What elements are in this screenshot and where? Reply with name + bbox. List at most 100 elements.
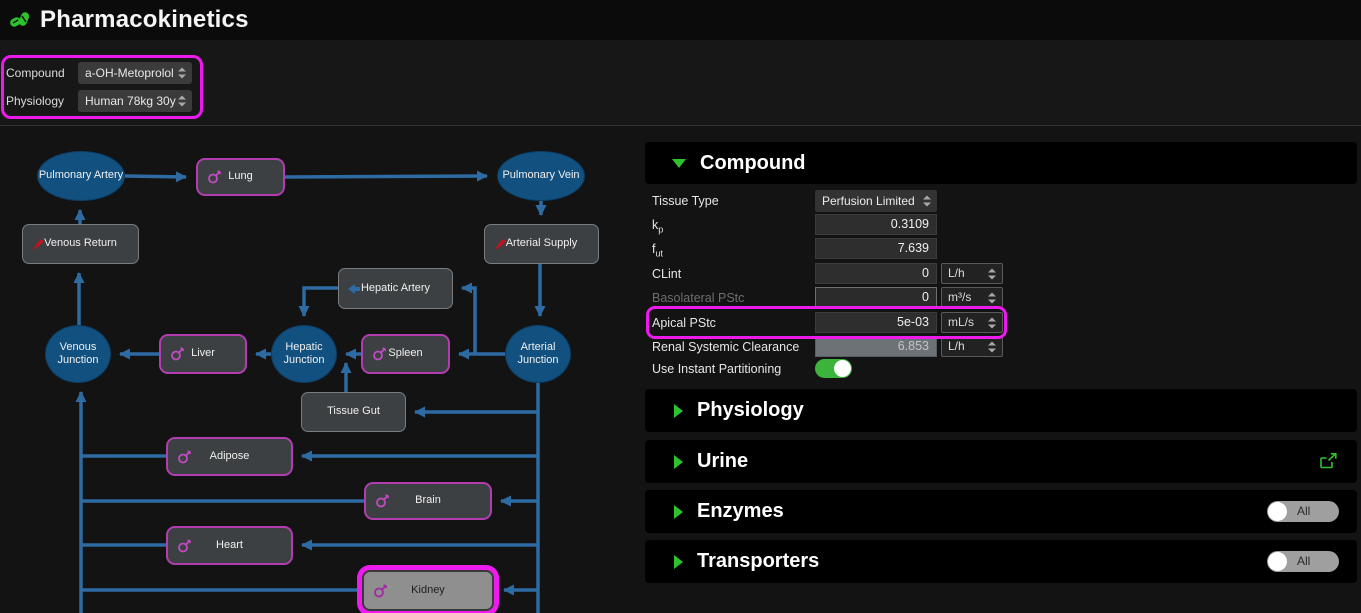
pen-icon <box>494 237 508 251</box>
node-label: Pulmonary Artery <box>39 169 123 182</box>
flask-icon <box>207 170 222 185</box>
node-brain[interactable]: Brain <box>364 482 492 520</box>
node-venous-return[interactable]: Venous Return <box>22 224 139 264</box>
field-row-clint: CLint 0 L/h <box>645 262 1357 286</box>
basolateral-pstc-unit-value: m³/s <box>948 290 971 304</box>
kp-label: kp <box>652 213 663 237</box>
spinner-icon <box>988 341 996 352</box>
node-label: Liver <box>191 347 215 360</box>
section-enzymes[interactable]: Enzymes All <box>645 490 1357 533</box>
physiology-flow-diagram: Pulmonary Artery Lung Pulmonary Vein Ven… <box>0 130 645 613</box>
node-label: Pulmonary Vein <box>502 169 579 182</box>
physiology-select-value: Human 78kg 30y <box>85 94 176 108</box>
spinner-icon <box>988 317 996 328</box>
node-kidney[interactable]: Kidney <box>362 570 494 611</box>
node-tissue-gut[interactable]: Tissue Gut <box>301 392 406 432</box>
node-pulmonary-vein[interactable]: Pulmonary Vein <box>497 151 585 201</box>
node-hepatic-junction[interactable]: Hepatic Junction <box>271 325 337 383</box>
basolateral-pstc-unit-select[interactable]: m³/s <box>941 287 1003 308</box>
toggle-knob <box>834 360 851 377</box>
node-label: Spleen <box>388 347 422 360</box>
chevron-right-icon <box>674 404 683 418</box>
basolateral-pstc-label: Basolateral PStc <box>652 286 744 310</box>
spinner-icon <box>988 268 996 279</box>
compound-select-value: a-OH-Metoprolol <box>85 66 174 80</box>
node-label: Lung <box>228 170 252 183</box>
field-row-apical-pstc: Apical PStc 5e-03 mL/s <box>645 311 1357 335</box>
node-heart[interactable]: Heart <box>166 526 293 565</box>
clint-input[interactable]: 0 <box>815 263 937 284</box>
physiology-select[interactable]: Human 78kg 30y <box>78 90 192 112</box>
clint-unit-select[interactable]: L/h <box>941 263 1003 284</box>
field-row-use-instant-partitioning: Use Instant Partitioning <box>645 357 1357 381</box>
node-hepatic-artery[interactable]: Hepatic Artery <box>338 268 453 309</box>
node-lung[interactable]: Lung <box>196 158 285 196</box>
spinner-icon <box>923 196 931 207</box>
section-physiology[interactable]: Physiology <box>645 389 1357 432</box>
renal-systemic-clearance-label: Renal Systemic Clearance <box>652 335 799 359</box>
compound-select-label: Compound <box>6 66 78 80</box>
node-label: Venous Return <box>44 237 117 250</box>
section-transporters[interactable]: Transporters All <box>645 540 1357 583</box>
tissue-type-value: Perfusion Limited <box>822 194 915 208</box>
toggle-knob <box>1268 502 1287 521</box>
node-adipose[interactable]: Adipose <box>166 437 293 476</box>
spinner-icon <box>178 96 186 107</box>
basolateral-pstc-input[interactable]: 0 <box>815 287 937 308</box>
selector-band: Compound a-OH-Metoprolol Physiology Huma… <box>0 40 1361 126</box>
node-label: Heart <box>216 539 243 552</box>
section-physiology-title: Physiology <box>697 399 804 422</box>
node-pulmonary-artery[interactable]: Pulmonary Artery <box>37 151 125 201</box>
fut-label: fut <box>652 237 663 261</box>
use-instant-partitioning-label: Use Instant Partitioning <box>652 357 781 381</box>
node-label: Hepatic Artery <box>361 282 430 295</box>
flask-icon <box>373 583 388 598</box>
node-arterial-supply[interactable]: Arterial Supply <box>484 224 599 264</box>
renal-systemic-clearance-unit-value: L/h <box>948 339 965 353</box>
transporters-all-toggle-label: All <box>1297 551 1310 572</box>
compound-select[interactable]: a-OH-Metoprolol <box>78 62 192 84</box>
apical-pstc-label: Apical PStc <box>652 311 716 335</box>
node-label: Adipose <box>210 450 250 463</box>
node-venous-junction[interactable]: Venous Junction <box>45 325 111 383</box>
fut-input[interactable]: 7.639 <box>815 238 937 259</box>
toggle-knob <box>1268 552 1287 571</box>
node-spleen[interactable]: Spleen <box>361 334 450 374</box>
enzymes-all-toggle-label: All <box>1297 501 1310 522</box>
apical-pstc-unit-select[interactable]: mL/s <box>941 312 1003 333</box>
section-compound[interactable]: Compound <box>645 142 1357 184</box>
renal-systemic-clearance-unit-select[interactable]: L/h <box>941 336 1003 357</box>
section-enzymes-title: Enzymes <box>697 500 784 523</box>
section-transporters-title: Transporters <box>697 550 819 573</box>
apical-pstc-input[interactable]: 5e-03 <box>815 312 937 333</box>
node-label: Brain <box>415 494 441 507</box>
node-label: Kidney <box>411 584 445 597</box>
chevron-right-icon <box>674 455 683 469</box>
node-liver[interactable]: Liver <box>159 334 247 374</box>
node-label: Venous Junction <box>46 341 110 367</box>
node-label: Arterial Supply <box>506 237 578 250</box>
tissue-type-label: Tissue Type <box>652 189 719 213</box>
field-row-fut: fut 7.639 <box>645 237 1357 261</box>
section-urine[interactable]: Urine <box>645 440 1357 483</box>
field-row-kp: kp 0.3109 <box>645 213 1357 237</box>
field-row-basolateral-pstc: Basolateral PStc 0 m³/s <box>645 286 1357 310</box>
page-title: Pharmacokinetics <box>40 6 249 34</box>
node-arterial-junction[interactable]: Arterial Junction <box>505 325 571 383</box>
transporters-all-toggle[interactable]: All <box>1267 551 1339 572</box>
chevron-right-icon <box>674 505 683 519</box>
open-external-icon[interactable] <box>1319 453 1337 475</box>
chevron-right-icon <box>674 555 683 569</box>
clint-unit-value: L/h <box>948 266 965 280</box>
app-header: Pharmacokinetics <box>0 0 1361 40</box>
use-instant-partitioning-toggle[interactable] <box>815 359 852 378</box>
spinner-icon <box>988 292 996 303</box>
kp-input[interactable]: 0.3109 <box>815 214 937 235</box>
pharmacokinetics-logo-icon <box>8 8 32 32</box>
pen-icon <box>32 237 46 251</box>
flask-icon <box>170 347 185 362</box>
enzymes-all-toggle[interactable]: All <box>1267 501 1339 522</box>
node-label: Tissue Gut <box>327 405 380 418</box>
tissue-type-select[interactable]: Perfusion Limited <box>815 190 937 212</box>
node-label: Arterial Junction <box>506 341 570 367</box>
